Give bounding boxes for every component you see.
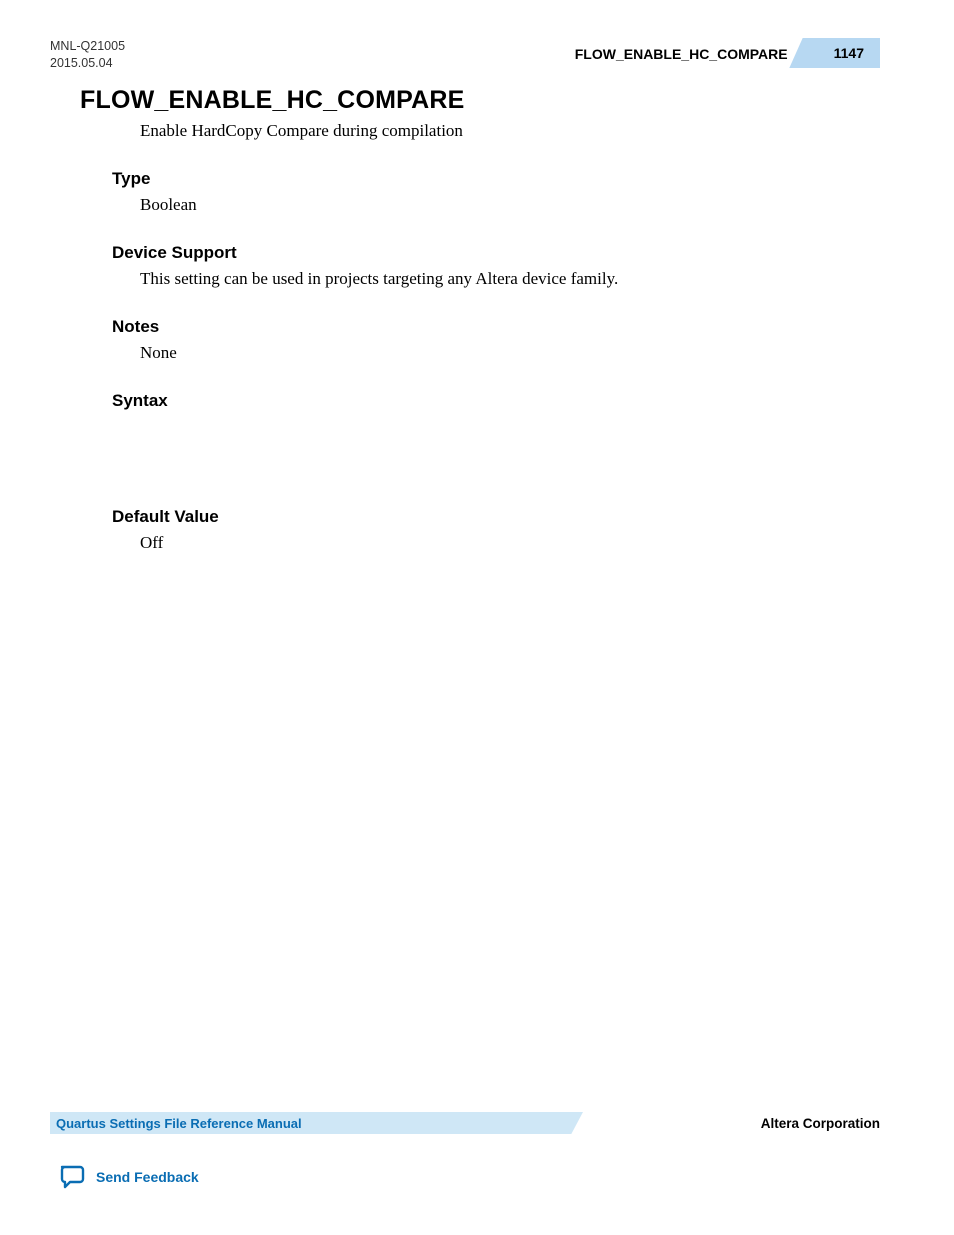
main-content: FLOW_ENABLE_HC_COMPARE Enable HardCopy C… (80, 86, 880, 581)
subhead-device-support: Device Support (112, 243, 880, 263)
subhead-type: Type (112, 169, 880, 189)
subhead-default-value: Default Value (112, 507, 880, 527)
company-name: Altera Corporation (761, 1116, 880, 1131)
body-device-support: This setting can be used in projects tar… (140, 269, 880, 289)
send-feedback-link[interactable]: Send Feedback (58, 1164, 199, 1190)
body-type: Boolean (140, 195, 880, 215)
header-meta: MNL-Q21005 2015.05.04 (50, 38, 125, 72)
doc-id: MNL-Q21005 (50, 38, 125, 55)
page-number: 1147 (810, 38, 880, 68)
manual-title-link[interactable]: Quartus Settings File Reference Manual (50, 1116, 302, 1131)
intro-text: Enable HardCopy Compare during compilati… (140, 121, 880, 141)
page-title: FLOW_ENABLE_HC_COMPARE (80, 86, 880, 115)
send-feedback-label: Send Feedback (96, 1169, 199, 1185)
page-number-badge: 1147 (810, 45, 880, 63)
running-title: FLOW_ENABLE_HC_COMPARE (575, 46, 788, 62)
doc-date: 2015.05.04 (50, 55, 125, 72)
speech-bubble-icon (58, 1164, 86, 1190)
body-default-value: Off (140, 533, 880, 553)
footer-band: Quartus Settings File Reference Manual A… (50, 1112, 880, 1134)
body-notes: None (140, 343, 880, 363)
subhead-syntax: Syntax (112, 391, 880, 411)
syntax-empty-area (80, 417, 880, 507)
subhead-notes: Notes (112, 317, 880, 337)
header-right: FLOW_ENABLE_HC_COMPARE 1147 (575, 45, 880, 63)
